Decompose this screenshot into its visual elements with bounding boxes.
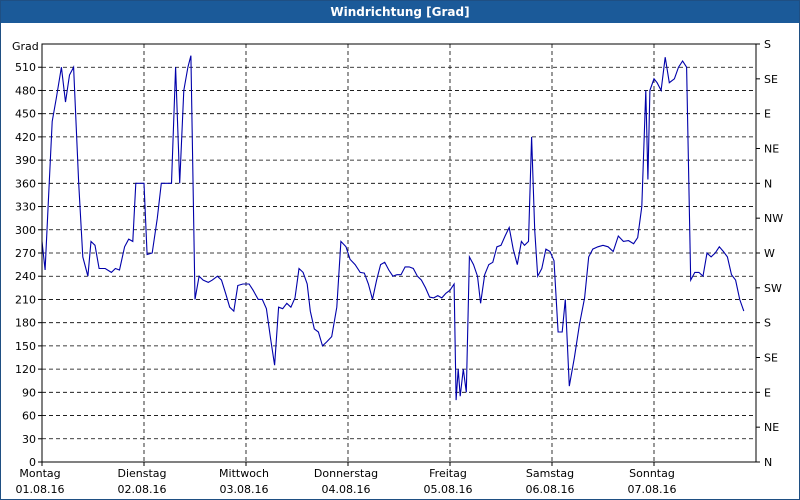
series-line xyxy=(41,55,745,401)
y-tick-label: 60 xyxy=(22,410,36,423)
y-tick-label: 420 xyxy=(15,131,36,144)
right-tick-label: E xyxy=(764,386,771,399)
y-tick-label: 330 xyxy=(15,201,36,214)
x-tick-weekday: Samstag xyxy=(526,467,574,480)
y-tick-label: 450 xyxy=(15,108,36,121)
x-tick-date: 01.08.16 xyxy=(16,483,65,496)
y-tick-label: 300 xyxy=(15,224,36,237)
y-tick-label: 30 xyxy=(22,433,36,446)
y-axis-label: Grad xyxy=(12,40,39,53)
right-tick-label: N xyxy=(764,456,772,469)
y-tick-label: 180 xyxy=(15,317,36,330)
x-tick-weekday: Mittwoch xyxy=(219,467,269,480)
x-tick-date: 02.08.16 xyxy=(118,483,167,496)
right-tick-label: S xyxy=(764,317,771,330)
right-tick-label: SW xyxy=(764,282,782,295)
right-tick-label: S xyxy=(764,38,771,51)
grid-lines xyxy=(42,44,756,462)
x-tick-weekday: Montag xyxy=(19,467,60,480)
y-tick-label: 360 xyxy=(15,177,36,190)
y-tick-label: 270 xyxy=(15,247,36,260)
x-tick-weekday: Donnerstag xyxy=(314,467,378,480)
x-tick-date: 04.08.16 xyxy=(322,483,371,496)
y-tick-label: 150 xyxy=(15,340,36,353)
y-axis-right: N NE E SE S SW W NW N NE E SE S xyxy=(756,38,783,469)
x-tick-weekday: Dienstag xyxy=(117,467,166,480)
x-tick-date: 07.08.16 xyxy=(628,483,677,496)
y-axis-left: 0306090120150180210240270300330360390420… xyxy=(15,61,42,469)
x-tick-weekday: Sonntag xyxy=(629,467,675,480)
wind-direction-chart: 0306090120150180210240270300330360390420… xyxy=(12,38,783,496)
right-tick-label: NW xyxy=(764,212,783,225)
right-tick-label: NE xyxy=(764,143,779,156)
y-tick-label: 210 xyxy=(15,293,36,306)
right-tick-label: W xyxy=(764,247,775,260)
x-tick-date: 06.08.16 xyxy=(526,483,575,496)
right-tick-label: SE xyxy=(764,352,778,365)
x-tick-weekday: Freitag xyxy=(429,467,467,480)
y-tick-label: 120 xyxy=(15,363,36,376)
right-tick-label: SE xyxy=(764,73,778,86)
x-axis: Montag 01.08.16 Dienstag 02.08.16 Mittwoch 03… xyxy=(16,462,677,496)
y-tick-label: 240 xyxy=(15,270,36,283)
x-tick-date: 03.08.16 xyxy=(220,483,269,496)
right-tick-label: NE xyxy=(764,421,779,434)
y-tick-label: 510 xyxy=(15,61,36,74)
y-tick-label: 90 xyxy=(22,386,36,399)
y-tick-label: 390 xyxy=(15,154,36,167)
right-tick-label: E xyxy=(764,108,771,121)
y-tick-label: 480 xyxy=(15,84,36,97)
x-tick-date: 05.08.16 xyxy=(424,483,473,496)
right-tick-label: N xyxy=(764,177,772,190)
